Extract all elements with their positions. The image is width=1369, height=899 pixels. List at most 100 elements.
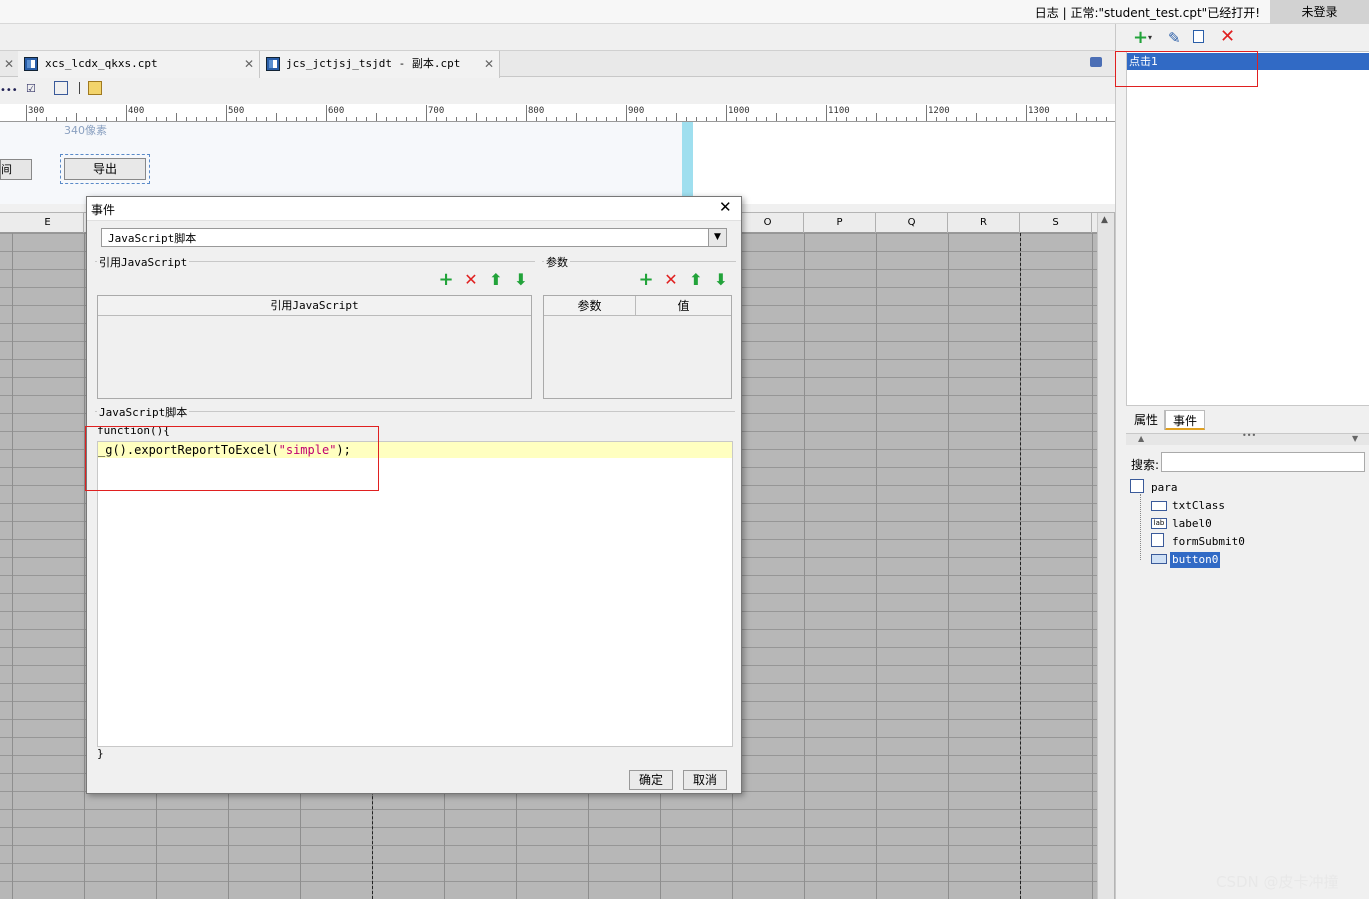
chevron-down-icon[interactable]: ▼ <box>708 229 726 246</box>
ruler-tick <box>116 117 117 121</box>
tree-item-txtclass[interactable]: txtClass <box>1172 498 1225 514</box>
tree-item-para[interactable]: para <box>1151 480 1178 496</box>
ruler-tick <box>156 117 157 121</box>
highlight-box <box>85 426 379 491</box>
add-icon[interactable]: + <box>437 271 455 289</box>
ruler-tick <box>236 117 237 121</box>
ruler-tick <box>336 117 337 121</box>
tab-label: jcs_jctjsj_tsjdt - 副本.cpt <box>286 57 461 70</box>
ruler-tick <box>106 117 107 121</box>
column-header[interactable]: P <box>804 213 876 233</box>
edit-icon[interactable]: ✎ <box>1168 29 1181 47</box>
ruler-tick <box>766 117 767 121</box>
copy-icon[interactable] <box>1193 30 1204 43</box>
tree-widget-icon[interactable] <box>54 81 68 95</box>
form-body: 340像素 间 导出 <box>0 122 682 204</box>
ruler-tick <box>126 105 127 121</box>
tree-item-button0[interactable]: button0 <box>1170 552 1221 568</box>
status-text: 日志 | 正常:"student_test.cpt"已经打开! <box>1034 6 1260 20</box>
report-file-icon <box>266 57 280 71</box>
column-header[interactable]: R <box>948 213 1020 233</box>
ruler-label: 400 <box>128 106 145 116</box>
move-down-icon[interactable]: ⬇ <box>712 271 730 289</box>
ref-js-table[interactable]: 引用JavaScript <box>97 295 532 399</box>
ruler-tick <box>326 105 327 121</box>
close-icon[interactable]: ✕ <box>4 51 14 77</box>
collapse-up-icon[interactable]: ▲ <box>1138 434 1144 443</box>
ruler-label: 800 <box>528 106 545 116</box>
cancel-button[interactable]: 取消 <box>683 770 727 790</box>
delete-icon[interactable]: ✕ <box>1220 26 1235 47</box>
ruler-tick <box>826 105 827 121</box>
ruler-tick <box>476 113 477 121</box>
export-button[interactable]: 导出 <box>64 158 146 180</box>
move-up-icon[interactable]: ⬆ <box>687 271 705 289</box>
right-panel: + ▾ ✎ ✕ 点击1 属性 事件 ▲ ••• ▼ 搜索: para txtCl… <box>1115 24 1369 899</box>
form-icon <box>1130 479 1144 493</box>
login-status[interactable]: 未登录 <box>1270 0 1369 24</box>
ruler-tick <box>606 117 607 121</box>
ruler-tick <box>776 113 777 121</box>
ruler-tick <box>56 117 57 121</box>
tab-xcs[interactable]: xcs_lcdx_qkxs.cpt ✕ <box>18 51 260 78</box>
tree-item-label0[interactable]: label0 <box>1172 516 1212 532</box>
close-icon[interactable]: ✕ <box>484 51 494 77</box>
ruler-tick <box>676 113 677 121</box>
ok-button[interactable]: 确定 <box>629 770 673 790</box>
ruler-tick <box>526 105 527 121</box>
ruler-tick <box>306 117 307 121</box>
column-header[interactable]: Q <box>876 213 948 233</box>
column-header[interactable]: E <box>12 213 84 233</box>
ruler-label: 1300 <box>1028 106 1050 116</box>
checkbox-widget-icon[interactable]: ☑ <box>26 82 36 95</box>
column-header[interactable]: S <box>1020 213 1092 233</box>
ruler-tick <box>896 117 897 121</box>
tree-item-formsubmit0[interactable]: formSubmit0 <box>1172 534 1245 550</box>
ruler-tick <box>786 117 787 121</box>
more-icon[interactable]: ••• <box>0 85 18 96</box>
close-icon[interactable]: ✕ <box>719 198 732 216</box>
ruler-tick <box>996 117 997 121</box>
move-down-icon[interactable]: ⬇ <box>512 271 530 289</box>
splitter[interactable]: ▲ ••• ▼ <box>1126 431 1369 445</box>
add-event-icon[interactable]: + <box>1133 27 1148 48</box>
vertical-scrollbar[interactable]: ▲ <box>1097 213 1114 899</box>
remove-icon[interactable]: ✕ <box>662 271 680 289</box>
chevron-down-icon[interactable]: ▾ <box>1148 33 1152 42</box>
move-up-icon[interactable]: ⬆ <box>487 271 505 289</box>
ruler-tick <box>96 117 97 121</box>
ruler-tick <box>916 117 917 121</box>
form-boundary-bar[interactable] <box>682 122 693 204</box>
query-button[interactable]: 间 <box>0 159 32 180</box>
ruler-tick <box>576 113 577 121</box>
tab-events[interactable]: 事件 <box>1165 410 1205 430</box>
tab-jcs[interactable]: jcs_jctjsj_tsjdt - 副本.cpt ✕ <box>260 51 500 78</box>
remove-icon[interactable]: ✕ <box>462 271 480 289</box>
add-icon[interactable]: + <box>637 271 655 289</box>
ruler-tick <box>166 117 167 121</box>
column-header[interactable]: O <box>732 213 804 233</box>
ruler-tick <box>616 117 617 121</box>
dialog-titlebar: 事件 ✕ <box>87 197 741 221</box>
ruler-label: 1100 <box>828 106 850 116</box>
drag-handle-icon[interactable]: ••• <box>1242 431 1256 440</box>
ruler-tick <box>86 117 87 121</box>
event-type-select[interactable]: JavaScript脚本 ▼ <box>101 228 727 247</box>
params-table[interactable]: 参数 值 <box>543 295 732 399</box>
ruler-tick <box>726 105 727 121</box>
close-icon[interactable]: ✕ <box>244 51 254 77</box>
dialog-title: 事件 <box>91 203 116 217</box>
tab-menu-icon[interactable] <box>1090 57 1102 67</box>
file-tabs: ✕ xcs_lcdx_qkxs.cpt ✕ jcs_jctjsj_tsjdt -… <box>0 50 1115 78</box>
collapse-down-icon[interactable]: ▼ <box>1352 434 1358 443</box>
chart-widget-icon[interactable] <box>88 81 102 95</box>
tab-properties[interactable]: 属性 <box>1128 410 1165 430</box>
scroll-up-icon[interactable]: ▲ <box>1101 215 1108 225</box>
search-input[interactable] <box>1161 452 1365 472</box>
watermark: CSDN @皮卡冲撞 <box>1216 873 1339 891</box>
ruler-tick <box>186 117 187 121</box>
ruler-tick <box>226 105 227 121</box>
section-line <box>95 411 735 412</box>
param-name-header: 参数 <box>544 296 636 316</box>
ruler-tick <box>716 117 717 121</box>
